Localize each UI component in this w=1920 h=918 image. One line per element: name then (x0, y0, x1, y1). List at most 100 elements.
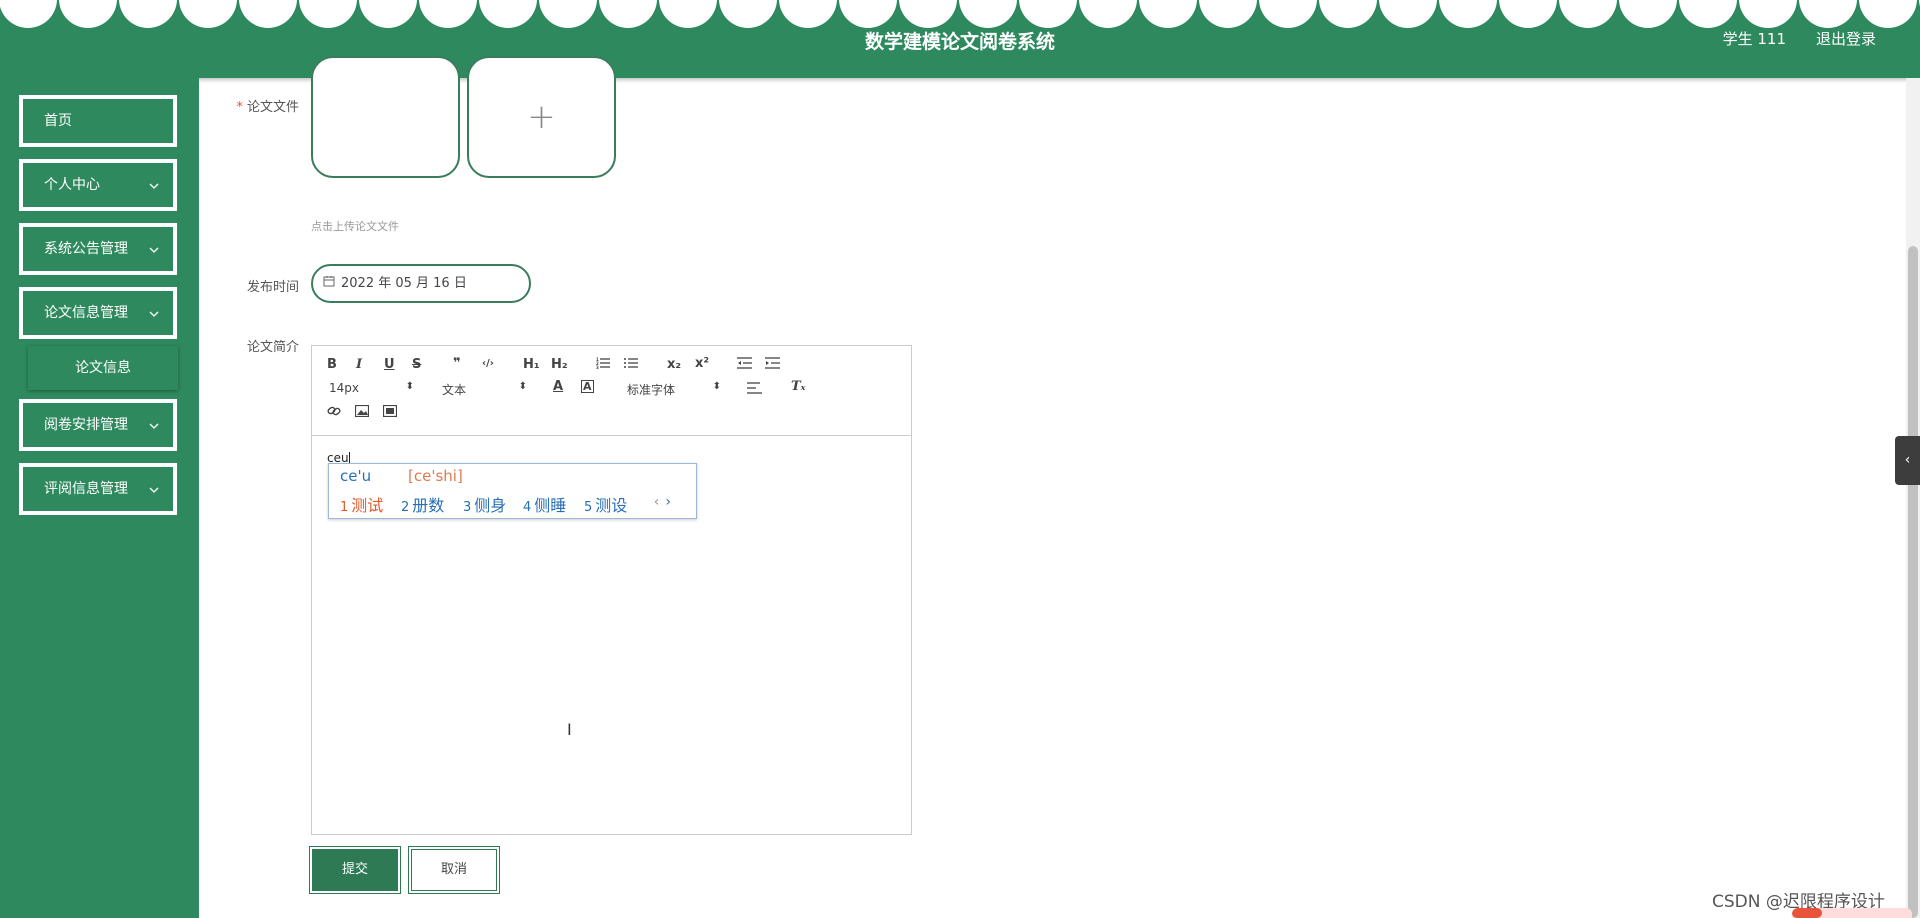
page-scrollbar[interactable] (1906, 78, 1920, 918)
sidebar-item-label: 个人中心 (44, 177, 100, 193)
collapse-panel-button[interactable]: ‹ (1895, 436, 1920, 485)
current-user: 学生 111 (1722, 30, 1786, 48)
sidebar-item-grading-schedule[interactable]: 阅卷安排管理 (19, 399, 177, 451)
scallop-shape (1679, 0, 1737, 28)
submit-button[interactable]: 提交 (309, 846, 401, 894)
watermark-badge (1792, 908, 1912, 918)
scallop-shape (119, 0, 177, 28)
ime-candidate-window: ce'u [ce'shi] 1 测试 2 册数 3 侧身 4 侧睡 5 测设 ‹ › (328, 463, 697, 519)
scallop-shape (959, 0, 1017, 28)
font-color-icon[interactable]: A (553, 379, 563, 394)
scallop-shape (1019, 0, 1077, 28)
header-2-button[interactable]: H₂ (551, 357, 568, 372)
scallop-shape (1499, 0, 1557, 28)
video-icon[interactable] (382, 404, 398, 421)
scallop-shape (1859, 0, 1917, 28)
chevron-left-icon: ‹ (1904, 452, 1911, 468)
select-arrow-icon: ⬍ (518, 381, 527, 392)
upload-tip: 点击上传论文文件 (311, 220, 399, 233)
text-format-value: 文本 (442, 383, 467, 397)
font-family-value: 标准字体 (627, 383, 676, 397)
scallop-shape (659, 0, 717, 28)
scallop-shape (1079, 0, 1137, 28)
sidebar-item-announcements[interactable]: 系统公告管理 (19, 223, 177, 275)
chevron-down-icon (149, 467, 159, 511)
ordered-list-icon[interactable]: 123 (596, 357, 610, 373)
scallop-shape (599, 0, 657, 28)
chevron-down-icon (149, 403, 159, 447)
scallop-shape (1799, 0, 1857, 28)
indent-icon[interactable] (765, 357, 780, 373)
scallop-shape (1139, 0, 1197, 28)
scallop-shape (899, 0, 957, 28)
sidebar-item-label: 论文信息 (75, 360, 131, 376)
ime-candidate[interactable]: 3 侧身 (463, 492, 506, 516)
scallop-shape (1439, 0, 1497, 28)
font-size-value: 14px (329, 381, 359, 395)
ime-candidate[interactable]: 5 测设 (584, 492, 627, 516)
chevron-down-icon (149, 291, 159, 335)
sidebar-item-label: 首页 (44, 113, 72, 129)
calendar-icon (323, 266, 335, 301)
paper-file-label: * 论文文件 (179, 96, 299, 115)
superscript-button[interactable]: x² (695, 356, 709, 371)
scallop-shape (1319, 0, 1377, 28)
sidebar-item-label: 评阅信息管理 (44, 481, 128, 497)
scallop-shape (239, 0, 297, 28)
clean-format-button[interactable]: Tₓ (791, 379, 806, 394)
uploaded-file-preview[interactable] (311, 56, 460, 178)
scallop-shape (179, 0, 237, 28)
scallop-shape (479, 0, 537, 28)
sidebar-subitem-paper-info[interactable]: 论文信息 (28, 346, 178, 390)
svg-text:3: 3 (596, 365, 599, 369)
upload-file-button[interactable]: + (467, 56, 616, 178)
page-title: 数学建模论文阅卷系统 (864, 31, 1055, 53)
chevron-down-icon (149, 163, 159, 207)
sidebar-item-personal-center[interactable]: 个人中心 (19, 159, 177, 211)
sidebar-item-home[interactable]: 首页 (19, 95, 177, 147)
link-icon[interactable] (327, 405, 341, 421)
sidebar-item-paper-management[interactable]: 论文信息管理 (19, 287, 177, 339)
ime-pinyin: ce'u (340, 467, 372, 485)
blockquote-button[interactable]: ❞ (453, 356, 461, 371)
sidebar-item-review-info[interactable]: 评阅信息管理 (19, 463, 177, 515)
ime-prev-page[interactable]: ‹ (654, 494, 660, 510)
font-size-select[interactable]: 14px ⬍ (329, 381, 414, 395)
italic-button[interactable]: I (356, 357, 362, 372)
scallop-shape (1379, 0, 1437, 28)
required-mark: * (236, 100, 243, 115)
bullet-list-icon[interactable] (624, 357, 638, 373)
logout-link[interactable]: 退出登录 (1816, 28, 1876, 49)
image-icon[interactable] (354, 404, 370, 421)
scallop-shape (359, 0, 417, 28)
outdent-icon[interactable] (737, 357, 752, 373)
ime-candidate[interactable]: 2 册数 (401, 492, 444, 516)
subscript-button[interactable]: x₂ (667, 357, 681, 372)
scallop-shape (1199, 0, 1257, 28)
code-block-button[interactable]: ‹/› (482, 358, 494, 369)
paper-file-label-text: 论文文件 (246, 100, 299, 115)
sidebar-item-label: 阅卷安排管理 (44, 417, 128, 433)
scallop-shape (539, 0, 597, 28)
scallop-shape (1739, 0, 1797, 28)
scrollbar-thumb[interactable] (1908, 246, 1918, 918)
publish-date-value: 2022 年 05 月 16 日 (341, 276, 467, 291)
header-1-button[interactable]: H₁ (523, 357, 540, 372)
cancel-button[interactable]: 取消 (408, 846, 500, 894)
scallop-shape (0, 0, 57, 28)
bold-button[interactable]: B (327, 357, 337, 372)
ime-candidate[interactable]: 4 侧睡 (523, 492, 566, 516)
publish-date-picker[interactable]: 2022 年 05 月 16 日 (311, 264, 531, 303)
underline-button[interactable]: U (384, 357, 395, 372)
text-format-select[interactable]: 文本 ⬍ (442, 381, 527, 398)
scallop-shape (1559, 0, 1617, 28)
editor-toolbar: B I U S ❞ ‹/› H₁ H₂ 123 x₂ x² 14px ⬍ 文本 ⬍ … (312, 346, 911, 436)
ime-candidate[interactable]: 1 测试 (340, 492, 383, 516)
font-family-select[interactable]: 标准字体 ⬍ (627, 381, 721, 398)
ime-next-page[interactable]: › (665, 494, 671, 510)
align-icon[interactable] (747, 382, 762, 398)
background-color-icon[interactable]: A (581, 380, 594, 393)
scallop-shape (839, 0, 897, 28)
header-scallop-decoration (0, 0, 1920, 30)
strikethrough-button[interactable]: S (412, 357, 421, 372)
